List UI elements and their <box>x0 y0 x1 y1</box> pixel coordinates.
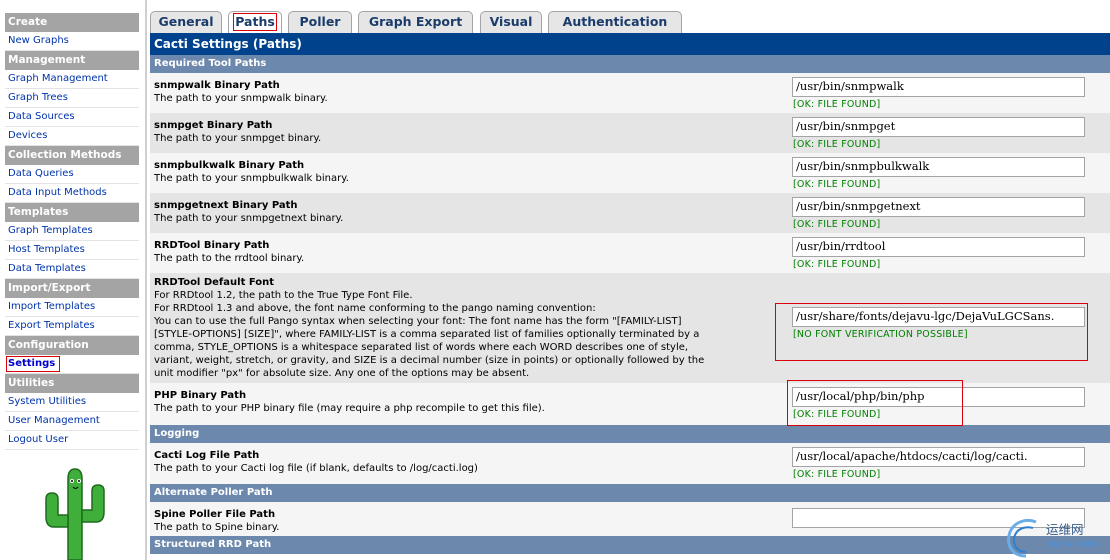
setting-row-rrdtool: RRDTool Binary Path The path to the rrdt… <box>150 233 1110 273</box>
nav-item-settings[interactable]: Settings <box>5 355 139 374</box>
tab-authentication[interactable]: Authentication <box>548 11 682 33</box>
page-title: Cacti Settings (Paths) <box>150 33 1110 55</box>
nav-header-configuration: Configuration <box>5 336 139 355</box>
setting-desc: The path to your snmpget binary. <box>154 133 322 144</box>
sidebar-divider <box>145 0 147 560</box>
nav-item-logout-user[interactable]: Logout User <box>5 431 139 450</box>
nav-item-graph-trees[interactable]: Graph Trees <box>5 89 139 108</box>
tab-graph-export[interactable]: Graph Export <box>358 11 473 33</box>
cactus-logo-icon <box>45 468 105 560</box>
watermark-title: 运维网 <box>1046 522 1084 537</box>
nav-item-graph-templates[interactable]: Graph Templates <box>5 222 139 241</box>
setting-desc: The path to your snmpwalk binary. <box>154 93 328 104</box>
setting-desc-line: [STYLE-OPTIONS] [SIZE]", where FAMILY-LI… <box>154 329 700 340</box>
nav-item-system-utilities[interactable]: System Utilities <box>5 393 139 412</box>
tab-poller[interactable]: Poller <box>288 11 352 33</box>
setting-desc-line: unit modifier "px" for absolute size. An… <box>154 368 530 379</box>
snmpget-path-input[interactable]: /usr/bin/snmpget <box>792 117 1085 137</box>
section-structured-rrd-path: Structured RRD Path <box>150 536 1110 554</box>
nav-item-data-queries[interactable]: Data Queries <box>5 165 139 184</box>
nav-item-settings-label: Settings <box>6 356 61 372</box>
snmpwalk-path-input[interactable]: /usr/bin/snmpwalk <box>792 77 1085 97</box>
tab-general[interactable]: General <box>150 11 222 33</box>
sidebar: Create New Graphs Management Graph Manag… <box>0 0 146 560</box>
tab-paths-label: Paths <box>233 13 277 31</box>
setting-desc-line: For RRDtool 1.3 and above, the font name… <box>154 303 596 314</box>
watermark-logo-icon <box>1007 518 1037 558</box>
section-required-tool-paths: Required Tool Paths <box>150 55 1110 73</box>
snmpbulkwalk-status: [OK: FILE FOUND] <box>793 179 881 190</box>
setting-desc-line: comma, STYLE_OPTIONS is a whitespace sep… <box>154 342 689 353</box>
setting-desc-line: You can to use the full Pango syntax whe… <box>154 316 682 327</box>
setting-desc: The path to your snmpgetnext binary. <box>154 213 344 224</box>
setting-row-snmpwalk: snmpwalk Binary Path The path to your sn… <box>150 73 1110 113</box>
setting-desc: The path to Spine binary. <box>154 522 280 533</box>
setting-row-snmpget: snmpget Binary Path The path to your snm… <box>150 113 1110 153</box>
cacti-log-path-input[interactable]: /usr/local/apache/htdocs/cacti/log/cacti… <box>792 447 1085 467</box>
highlight-php-path-box <box>787 380 963 426</box>
setting-desc-line: For RRDtool 1.2, the path to the True Ty… <box>154 290 413 301</box>
snmpbulkwalk-path-input[interactable]: /usr/bin/snmpbulkwalk <box>792 157 1085 177</box>
nav-item-devices[interactable]: Devices <box>5 127 139 146</box>
watermark: 运维网 iyunv.com <box>1004 512 1108 558</box>
nav-item-data-templates[interactable]: Data Templates <box>5 260 139 279</box>
tab-visual[interactable]: Visual <box>480 11 542 33</box>
nav-header-utilities: Utilities <box>5 374 139 393</box>
nav-item-import-templates[interactable]: Import Templates <box>5 298 139 317</box>
nav-header-collection-methods: Collection Methods <box>5 146 139 165</box>
rrdtool-status: [OK: FILE FOUND] <box>793 259 881 270</box>
nav-item-host-templates[interactable]: Host Templates <box>5 241 139 260</box>
setting-desc: The path to your Cacti log file (if blan… <box>154 463 478 474</box>
nav-header-create: Create <box>5 13 139 32</box>
nav-item-user-management[interactable]: User Management <box>5 412 139 431</box>
nav-header-templates: Templates <box>5 203 139 222</box>
highlight-rrdtool-font-box <box>775 303 1088 361</box>
nav-menu: Create New Graphs Management Graph Manag… <box>5 13 139 450</box>
snmpwalk-status: [OK: FILE FOUND] <box>793 99 881 110</box>
cacti-log-status: [OK: FILE FOUND] <box>793 469 881 480</box>
rrdtool-path-input[interactable]: /usr/bin/rrdtool <box>792 237 1085 257</box>
setting-row-php: PHP Binary Path The path to your PHP bin… <box>150 383 1110 425</box>
watermark-url: iyunv.com <box>1044 538 1098 550</box>
setting-name: RRDTool Default Font <box>154 277 275 288</box>
nav-header-management: Management <box>5 51 139 70</box>
setting-row-snmpgetnext: snmpgetnext Binary Path The path to your… <box>150 193 1110 233</box>
nav-header-import-export: Import/Export <box>5 279 139 298</box>
nav-item-new-graphs[interactable]: New Graphs <box>5 32 139 51</box>
nav-item-data-sources[interactable]: Data Sources <box>5 108 139 127</box>
nav-item-graph-management[interactable]: Graph Management <box>5 70 139 89</box>
setting-row-spine: Spine Poller File Path The path to Spine… <box>150 502 1110 536</box>
snmpgetnext-path-input[interactable]: /usr/bin/snmpgetnext <box>792 197 1085 217</box>
setting-desc: The path to your PHP binary file (may re… <box>154 403 545 414</box>
nav-item-export-templates[interactable]: Export Templates <box>5 317 139 336</box>
section-logging: Logging <box>150 425 1110 443</box>
tab-paths[interactable]: Paths <box>228 11 282 33</box>
setting-row-cacti-log: Cacti Log File Path The path to your Cac… <box>150 443 1110 484</box>
snmpget-status: [OK: FILE FOUND] <box>793 139 881 150</box>
setting-desc: The path to your snmpbulkwalk binary. <box>154 173 349 184</box>
setting-row-snmpbulkwalk: snmpbulkwalk Binary Path The path to you… <box>150 153 1110 193</box>
section-alternate-poller-path: Alternate Poller Path <box>150 484 1110 502</box>
setting-desc-line: variant, weight, stretch, or gravity, an… <box>154 355 705 366</box>
setting-desc: The path to the rrdtool binary. <box>154 253 305 264</box>
nav-item-data-input-methods[interactable]: Data Input Methods <box>5 184 139 203</box>
settings-panel: Cacti Settings (Paths) Required Tool Pat… <box>150 33 1110 560</box>
snmpgetnext-status: [OK: FILE FOUND] <box>793 219 881 230</box>
